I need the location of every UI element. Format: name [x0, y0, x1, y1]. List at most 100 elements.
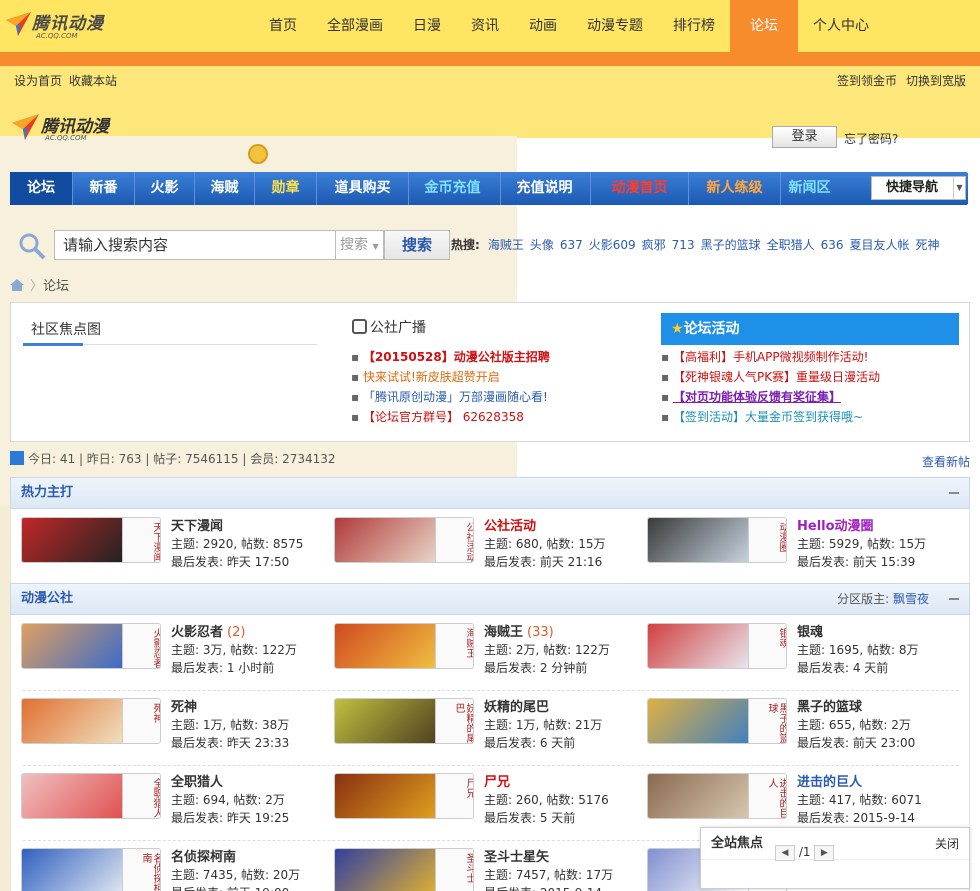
forum-item[interactable]: 妖精的尾巴 妖精的尾巴 主题: 1万, 帖数: 21万 最后发表: 6 天前 — [324, 694, 634, 764]
forum-item[interactable]: 名侦探柯南名侦探柯南主题: 7435, 帖数: 20万最后发表: 前天 19:0… — [11, 844, 321, 891]
forum-item[interactable]: 火影忍者 火影忍者 (2) 主题: 3万, 帖数: 122万 最后发表: 1 小时前 — [11, 619, 321, 689]
forum-nav-item[interactable]: 金币充值 — [408, 172, 496, 205]
hot-keyword[interactable]: 死神 — [916, 238, 940, 252]
forum-item[interactable]: 死神 死神 主题: 1万, 帖数: 38万 最后发表: 昨天 23:33 — [11, 694, 321, 764]
forum-name-link[interactable]: 进击的巨人 — [797, 775, 862, 790]
forum-name-link[interactable]: 银魂 — [797, 625, 823, 640]
close-button[interactable]: 关闭 — [935, 828, 959, 860]
nav-item[interactable]: 排行榜 — [658, 0, 730, 52]
forum-thumbnail[interactable]: 妖精的尾巴 — [334, 698, 474, 744]
nav-item[interactable]: 个人中心 — [798, 0, 884, 52]
forum-thumbnail[interactable]: 进击的巨人 — [647, 773, 787, 819]
category-hot[interactable]: 热力主打 — [10, 477, 970, 509]
forum-thumbnail[interactable]: 火影忍者 — [21, 623, 161, 669]
category-acg[interactable]: 动漫公社 分区版主: 飘雪夜 — [10, 583, 970, 615]
list-link[interactable]: 【高福利】手机APP微视频制作活动! — [673, 350, 869, 364]
forum-thumbnail[interactable]: 全职猎人 — [21, 773, 161, 819]
home-icon[interactable] — [10, 279, 24, 291]
nav-item[interactable]: 动画 — [514, 0, 572, 52]
forum-nav-item[interactable]: 火影 — [134, 172, 194, 205]
nav-item[interactable]: 全部漫画 — [312, 0, 398, 52]
forum-nav-item[interactable]: 道具购买 — [316, 172, 408, 205]
forum-thumbnail[interactable]: 黑子的篮球 — [647, 698, 787, 744]
hot-keyword[interactable]: 海贼王 — [488, 238, 524, 252]
list-link[interactable]: 「腾讯原创动漫」万部漫画随心看! — [363, 390, 548, 404]
login-button[interactable]: 登录 — [772, 126, 837, 148]
list-link[interactable]: 快来试试!新皮肤超赞开启 — [363, 370, 500, 384]
list-link[interactable]: 【20150528】动漫公社版主招聘 — [363, 350, 550, 364]
view-new-posts-link[interactable]: 查看新帖 — [922, 453, 970, 470]
hot-keyword[interactable]: 713 — [672, 238, 695, 252]
breadcrumb-current[interactable]: 论坛 — [43, 279, 69, 294]
collapse-icon[interactable] — [949, 598, 959, 600]
quick-nav-dropdown[interactable]: 快捷导航 ▼ — [871, 176, 966, 200]
search-button[interactable]: 搜索 — [384, 230, 450, 260]
forum-name-link[interactable]: 妖精的尾巴 — [484, 700, 549, 715]
forum-nav-item[interactable]: 新闻区 — [780, 172, 838, 205]
forum-name-link[interactable]: 天下漫闻 — [171, 519, 223, 534]
forum-item[interactable]: 银魂 银魂 主题: 1695, 帖数: 8万 最后发表: 4 天前 — [637, 619, 947, 689]
nav-item[interactable]: 首页 — [254, 0, 312, 52]
list-link[interactable]: 【签到活动】大量金币签到获得哦~ — [673, 410, 863, 424]
forum-nav-item[interactable]: 勋章 — [254, 172, 316, 205]
forum-thumbnail[interactable]: 尸兄 — [334, 773, 474, 819]
search-input[interactable]: 请输入搜索内容 — [54, 230, 336, 260]
nav-item[interactable]: 动漫专题 — [572, 0, 658, 52]
set-homepage-link[interactable]: 设为首页 — [14, 72, 62, 89]
list-link[interactable]: 【死神银魂人气PK赛】重量级日漫活动 — [673, 370, 880, 384]
forum-item[interactable]: 天下漫闻 天下漫闻 主题: 2920, 帖数: 8575 最后发表: 昨天 17:50 — [11, 513, 321, 583]
forum-nav-item[interactable]: 新人练级 — [688, 172, 780, 205]
hot-keyword[interactable]: 火影609 — [589, 238, 636, 252]
forum-item[interactable]: 黑子的篮球 黑子的篮球 主题: 655, 帖数: 2万 最后发表: 前天 23:00 — [637, 694, 947, 764]
wide-version-link[interactable]: 切换到宽版 — [906, 72, 966, 89]
hot-keyword[interactable]: 夏目友人帐 — [850, 238, 910, 252]
collapse-icon[interactable] — [949, 492, 959, 494]
forum-thumbnail[interactable]: 公社活动 — [334, 517, 474, 563]
hot-keyword[interactable]: 黑子的篮球 — [701, 238, 761, 252]
forum-nav-item[interactable]: 海贼 — [194, 172, 254, 205]
forum-nav-item[interactable]: 新番 — [72, 172, 134, 205]
forum-item[interactable]: 圣斗士圣斗士星矢主题: 7457, 帖数: 17万最后发表: 2015-9-14… — [324, 844, 634, 891]
moderator-name[interactable]: 飘雪夜 — [893, 592, 929, 606]
forum-nav-item[interactable]: 充值说明 — [500, 172, 588, 205]
forum-thumbnail[interactable]: 名侦探柯南 — [21, 848, 161, 891]
next-icon[interactable]: ▶ — [814, 845, 835, 861]
forum-item[interactable]: 动漫圈 Hello动漫圈 主题: 5929, 帖数: 15万 最后发表: 前天 15:… — [637, 513, 947, 583]
forum-thumbnail[interactable]: 银魂 — [647, 623, 787, 669]
site-logo[interactable]: 腾讯动漫 AC.QQ.COM — [4, 8, 114, 44]
forum-name-link[interactable]: 公社活动 — [484, 519, 536, 534]
list-link[interactable]: 【论坛官方群号】 62628358 — [363, 410, 524, 424]
bookmark-link[interactable]: 收藏本站 — [69, 72, 117, 89]
forum-name-link[interactable]: 死神 — [171, 700, 197, 715]
hot-keyword[interactable]: 全职猎人 — [767, 238, 815, 252]
prev-icon[interactable]: ◀ — [775, 845, 795, 861]
nav-item[interactable]: 资讯 — [456, 0, 514, 52]
nav-item[interactable]: 论坛 — [730, 0, 798, 52]
checkin-link[interactable]: 签到领金币 — [837, 72, 897, 89]
hot-keyword[interactable]: 636 — [821, 238, 844, 252]
forum-name-link[interactable]: 黑子的篮球 — [797, 700, 862, 715]
forum-thumbnail[interactable]: 圣斗士 — [334, 848, 474, 891]
list-link[interactable]: 【对页功能体验反馈有奖征集】 — [673, 390, 841, 404]
forum-name-link[interactable]: 火影忍者 — [171, 625, 223, 640]
forum-name-link[interactable]: 圣斗士星矢 — [484, 850, 549, 865]
forum-item[interactable]: 海贼王 海贼王 (33) 主题: 2万, 帖数: 122万 最后发表: 2 分钟前 — [324, 619, 634, 689]
forum-name-link[interactable]: 全职猎人 — [171, 775, 223, 790]
forum-nav-item[interactable]: 动漫首页 — [590, 172, 688, 205]
forgot-password-link[interactable]: 忘了密码? — [844, 130, 898, 147]
hot-keyword[interactable]: 头像 — [530, 238, 554, 252]
hot-keyword[interactable]: 637 — [560, 238, 583, 252]
forum-logo[interactable]: 腾讯动漫 AC.QQ.COM — [10, 112, 130, 148]
forum-item[interactable]: 尸兄 尸兄 主题: 260, 帖数: 5176 最后发表: 5 天前 — [324, 769, 634, 839]
search-scope-select[interactable]: 搜索 ▼ — [336, 230, 384, 260]
nav-item[interactable]: 日漫 — [398, 0, 456, 52]
forum-thumbnail[interactable]: 死神 — [21, 698, 161, 744]
forum-thumbnail[interactable]: 天下漫闻 — [21, 517, 161, 563]
forum-item[interactable]: 全职猎人 全职猎人 主题: 694, 帖数: 2万 最后发表: 昨天 19:25 — [11, 769, 321, 839]
forum-nav-item[interactable]: 论坛 — [10, 172, 72, 205]
forum-name-link[interactable]: Hello动漫圈 — [797, 519, 874, 534]
forum-item[interactable]: 公社活动 公社活动 主题: 680, 帖数: 15万 最后发表: 前天 21:16 — [324, 513, 634, 583]
forum-thumbnail[interactable]: 海贼王 — [334, 623, 474, 669]
forum-thumbnail[interactable]: 动漫圈 — [647, 517, 787, 563]
forum-name-link[interactable]: 尸兄 — [484, 775, 510, 790]
